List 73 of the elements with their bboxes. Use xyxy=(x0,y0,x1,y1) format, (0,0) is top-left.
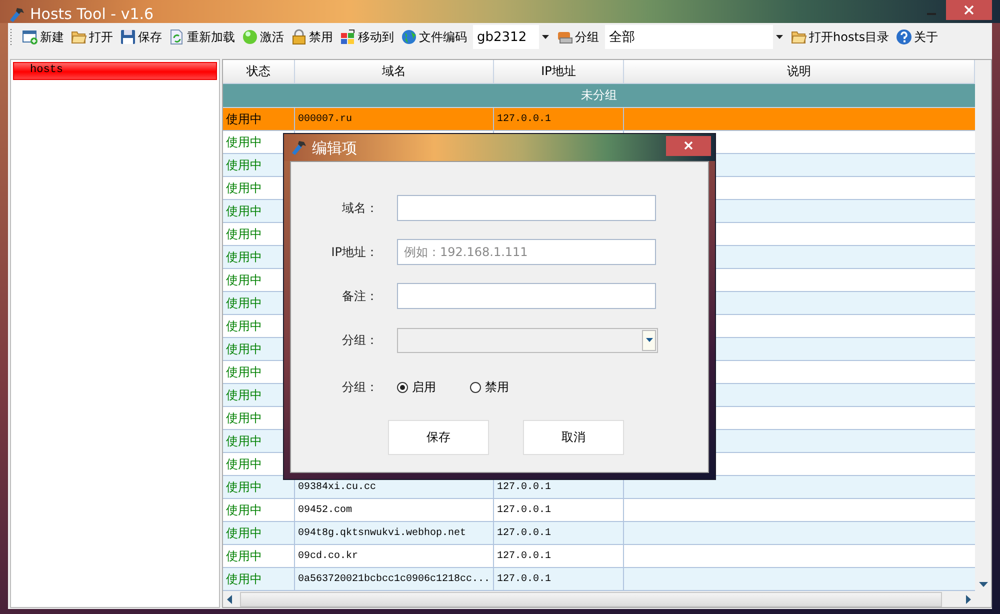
window-title: Hosts Tool - v1.6 xyxy=(30,5,154,23)
table-cell: 使用中 xyxy=(223,108,295,130)
table-row[interactable]: 使用中 09384xi.cu.cc 127.0.0.1 xyxy=(223,476,975,499)
field-label: IP地址： xyxy=(330,244,378,260)
close-button[interactable] xyxy=(666,136,711,156)
table-cell: 09452.com xyxy=(295,499,494,521)
dialog-title: 编辑项 xyxy=(312,139,357,158)
table-cell: 127.0.0.1 xyxy=(494,545,624,567)
toolbar-button[interactable]: 移动到 xyxy=(337,26,397,48)
new-window-icon xyxy=(22,29,38,45)
encoding-dropdown[interactable]: gb2312 xyxy=(473,25,551,49)
vertical-scrollbar[interactable] xyxy=(975,60,991,591)
table-cell: 127.0.0.1 xyxy=(494,568,624,590)
toolbar-button[interactable]: 关于 xyxy=(893,26,942,48)
toolbar-button[interactable]: 分组 xyxy=(554,26,602,48)
field-label: 域名： xyxy=(341,200,378,216)
scroll-right-icon[interactable] xyxy=(966,594,971,604)
toolbar-button[interactable]: 重新加载 xyxy=(166,26,238,48)
toolbar-button[interactable]: 新建 xyxy=(19,26,67,48)
caret-icon xyxy=(776,35,782,39)
app-icon xyxy=(8,5,26,23)
field-label: 分组： xyxy=(341,378,378,396)
table-cell: 127.0.0.1 xyxy=(494,522,624,544)
sidebar-item[interactable]: hosts xyxy=(13,62,217,80)
table-cell: 使用中 xyxy=(223,499,295,521)
dialog-button[interactable]: 取消 xyxy=(523,420,624,455)
table-cell: 09cd.co.kr xyxy=(295,545,494,567)
scroll-left-icon[interactable] xyxy=(227,594,232,604)
table-cell: 使用中 xyxy=(223,568,295,590)
globe-icon xyxy=(401,29,417,45)
close-button[interactable] xyxy=(946,0,992,20)
table-cell: 使用中 xyxy=(223,545,295,567)
toolbar-button[interactable]: 保存 xyxy=(117,26,165,48)
drive-icon xyxy=(557,29,573,45)
toolbar-button[interactable]: 激活 xyxy=(239,26,287,48)
scroll-down-icon[interactable] xyxy=(978,582,988,587)
radio-button[interactable] xyxy=(470,382,481,392)
table-row[interactable]: 使用中 000007.ru 127.0.0.1 xyxy=(223,108,975,131)
input-field[interactable]: 例如：192.168.1.111 xyxy=(397,239,656,265)
help-icon xyxy=(896,29,912,45)
app-icon xyxy=(290,138,308,156)
table-row[interactable]: 使用中 09cd.co.kr 127.0.0.1 xyxy=(223,545,975,568)
toolbar-button[interactable]: 禁用 xyxy=(288,26,336,48)
input-field[interactable] xyxy=(397,195,656,221)
folder-icon xyxy=(71,29,87,45)
table-cell: 000007.ru xyxy=(295,108,494,130)
lock-icon xyxy=(291,29,307,45)
radio-button[interactable] xyxy=(397,382,408,392)
folder-icon xyxy=(791,29,807,45)
toolbar-button[interactable]: 打开 xyxy=(68,26,116,48)
colored-squares-icon xyxy=(340,29,356,45)
table-cell: 094t8g.qktsnwukvi.webhop.net xyxy=(295,522,494,544)
table-row[interactable]: 使用中 09452.com 127.0.0.1 xyxy=(223,499,975,522)
table-row[interactable]: 使用中 0a563720021bcbcc1c0906c1218cc... 127.0.0.1 xyxy=(223,568,975,591)
group-header: 未分组 xyxy=(223,84,975,108)
toolbar-button[interactable]: 打开hosts目录 xyxy=(788,26,892,48)
table-cell: 127.0.0.1 xyxy=(494,108,624,130)
radio-label[interactable]: 禁用 xyxy=(485,378,509,396)
dialog-button[interactable]: 保存 xyxy=(388,420,489,455)
caret-icon xyxy=(542,35,548,39)
group-dropdown[interactable]: 全部 xyxy=(605,25,785,49)
table-cell: 使用中 xyxy=(223,522,295,544)
ball-icon xyxy=(242,29,258,45)
field-label: 备注： xyxy=(341,288,378,304)
toolbar-grip[interactable] xyxy=(10,27,14,47)
table-cell: 127.0.0.1 xyxy=(494,499,624,521)
table-cell: 0a563720021bcbcc1c0906c1218cc... xyxy=(295,568,494,590)
radio-label[interactable]: 启用 xyxy=(412,378,436,396)
table-row[interactable]: 使用中 094t8g.qktsnwukvi.webhop.net 127.0.0.1 xyxy=(223,522,975,545)
input-field[interactable] xyxy=(397,283,656,309)
field-label: 分组： xyxy=(341,332,378,348)
toolbar-button[interactable]: 文件编码 xyxy=(398,26,470,48)
reload-document-icon xyxy=(169,29,185,45)
